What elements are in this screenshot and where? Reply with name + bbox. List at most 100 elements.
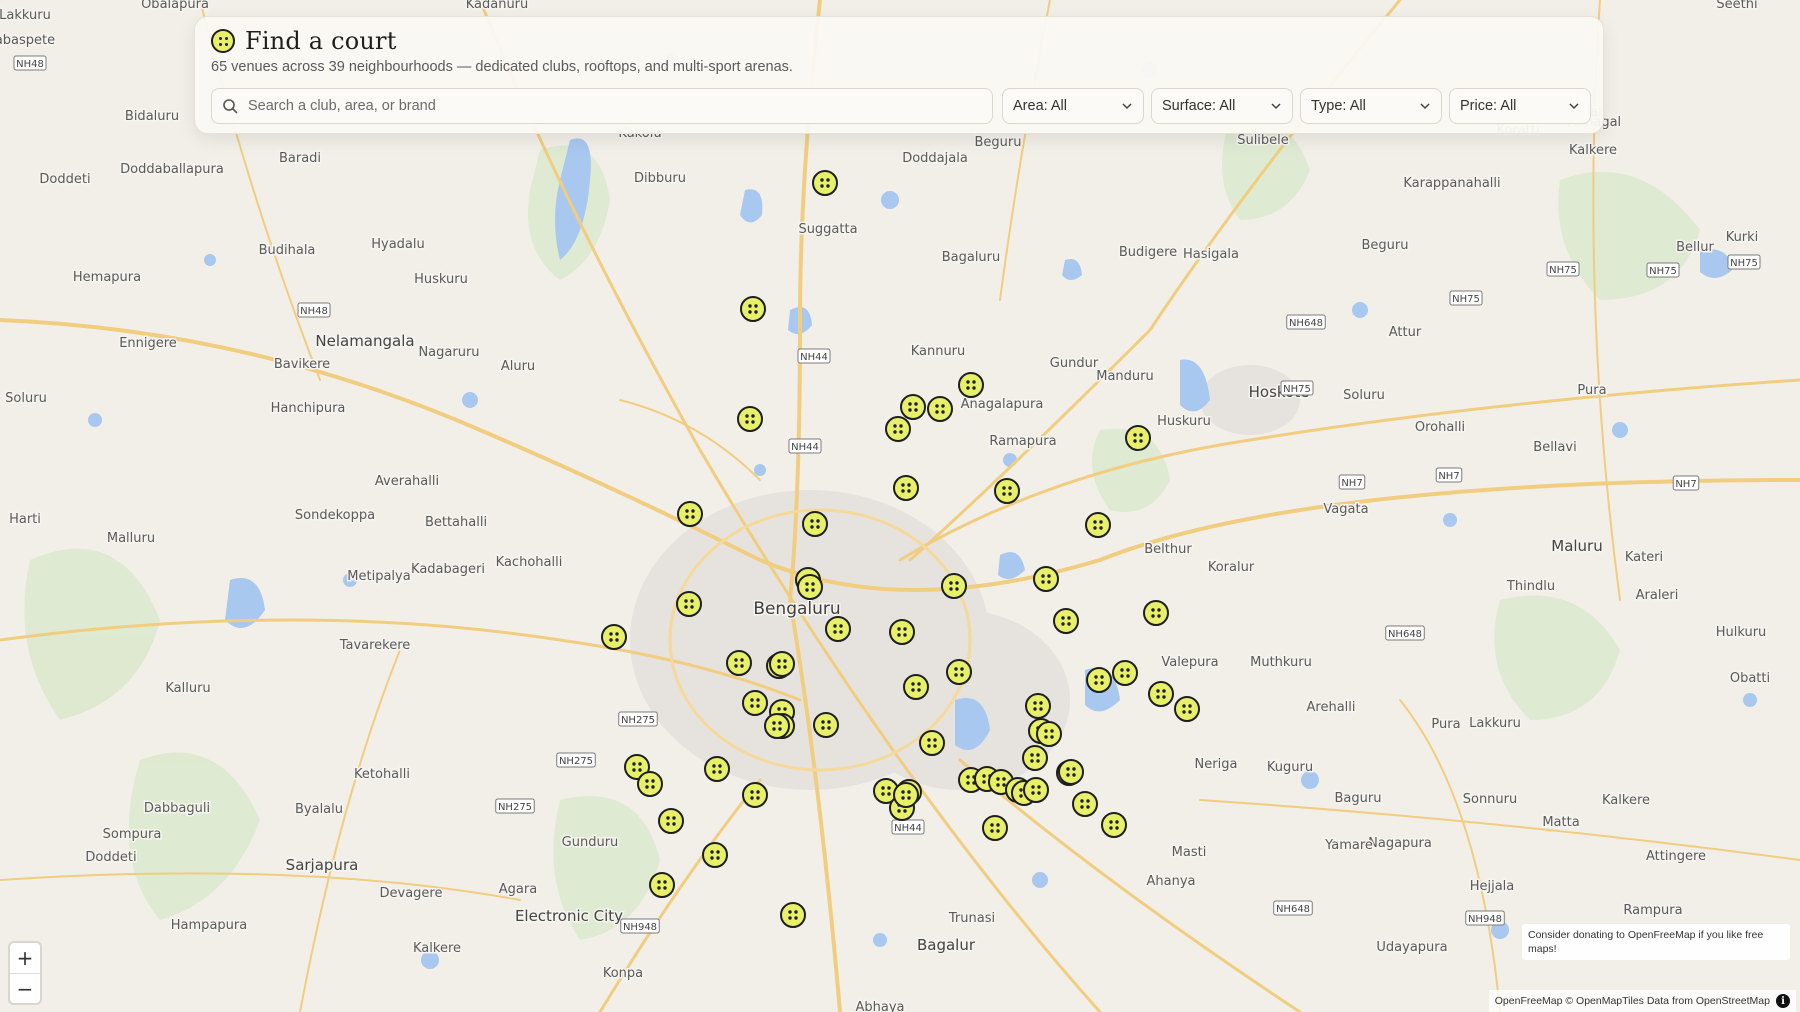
venue-marker[interactable] bbox=[764, 713, 790, 739]
venue-marker[interactable] bbox=[893, 475, 919, 501]
venue-marker[interactable] bbox=[780, 902, 806, 928]
venue-marker[interactable] bbox=[704, 756, 730, 782]
venue-marker[interactable] bbox=[797, 574, 823, 600]
surface-filter-select[interactable]: Surface: All bbox=[1151, 88, 1293, 124]
place-label: Agara bbox=[499, 882, 537, 897]
place-label: Hejjala bbox=[1470, 879, 1515, 894]
venue-marker[interactable] bbox=[812, 170, 838, 196]
price-filter-select[interactable]: Price: All bbox=[1449, 88, 1591, 124]
place-label: Ahanya bbox=[1147, 874, 1196, 889]
venue-marker[interactable] bbox=[737, 406, 763, 432]
venue-marker[interactable] bbox=[1022, 745, 1048, 771]
venue-marker[interactable] bbox=[1085, 512, 1111, 538]
highway-shield: NH275 bbox=[618, 711, 658, 727]
venue-marker[interactable] bbox=[1053, 608, 1079, 634]
venue-marker[interactable] bbox=[982, 815, 1008, 841]
place-label: Averahalli bbox=[375, 474, 439, 489]
place-label: Metipalya bbox=[347, 569, 410, 584]
place-label: Soluru bbox=[5, 391, 47, 406]
venue-marker[interactable] bbox=[941, 573, 967, 599]
venue-marker[interactable] bbox=[637, 771, 663, 797]
place-label: Bengaluru bbox=[753, 599, 840, 619]
place-label: Udayapura bbox=[1376, 940, 1447, 955]
page-title: Find a court bbox=[245, 27, 397, 55]
venue-marker[interactable] bbox=[1112, 660, 1138, 686]
place-label: Electronic City bbox=[515, 907, 623, 925]
venue-marker[interactable] bbox=[885, 416, 911, 442]
place-label: Hemapura bbox=[73, 270, 141, 285]
place-label: Tavarekere bbox=[339, 638, 411, 653]
svg-text:NH7: NH7 bbox=[1341, 478, 1362, 489]
venue-marker[interactable] bbox=[658, 808, 684, 834]
venue-marker[interactable] bbox=[893, 782, 919, 808]
venue-marker[interactable] bbox=[1033, 566, 1059, 592]
venue-marker[interactable] bbox=[677, 501, 703, 527]
venue-marker[interactable] bbox=[994, 478, 1020, 504]
venue-marker[interactable] bbox=[676, 591, 702, 617]
venue-marker[interactable] bbox=[1072, 791, 1098, 817]
venue-marker[interactable] bbox=[1023, 777, 1049, 803]
venue-marker[interactable] bbox=[1058, 759, 1084, 785]
search-box[interactable] bbox=[211, 88, 993, 124]
area-filter-select[interactable]: Area: All bbox=[1002, 88, 1144, 124]
place-label: Bidaluru bbox=[125, 109, 179, 124]
highway-shield: NH948 bbox=[620, 918, 660, 934]
venue-marker[interactable] bbox=[919, 730, 945, 756]
venue-marker[interactable] bbox=[769, 651, 795, 677]
venue-marker[interactable] bbox=[1101, 812, 1127, 838]
place-label: Kurki bbox=[1726, 230, 1759, 245]
court-logo-icon bbox=[211, 29, 235, 53]
place-label: Hulkuru bbox=[1716, 625, 1767, 640]
venue-marker[interactable] bbox=[927, 396, 953, 422]
type-filter-label: Type: All bbox=[1311, 98, 1366, 114]
type-filter-select[interactable]: Type: All bbox=[1300, 88, 1442, 124]
info-icon[interactable]: i bbox=[1776, 994, 1790, 1008]
venue-marker[interactable] bbox=[702, 842, 728, 868]
venue-marker[interactable] bbox=[1036, 721, 1062, 747]
highway-shield: NH648 bbox=[1273, 900, 1313, 916]
venue-marker[interactable] bbox=[742, 690, 768, 716]
place-label: Bavikere bbox=[274, 357, 330, 372]
place-label: Attingere bbox=[1646, 849, 1706, 864]
place-label: Kadanuru bbox=[466, 0, 529, 12]
venue-marker[interactable] bbox=[1143, 600, 1169, 626]
donate-notice: Consider donating to OpenFreeMap if you … bbox=[1522, 924, 1790, 960]
place-label: Bettahalli bbox=[425, 515, 487, 530]
place-label: Arehalli bbox=[1307, 700, 1356, 715]
svg-text:NH275: NH275 bbox=[498, 802, 532, 813]
venue-marker[interactable] bbox=[946, 659, 972, 685]
attribution-text[interactable]: OpenFreeMap © OpenMapTiles Data from Ope… bbox=[1495, 995, 1770, 1007]
place-label: Yamare bbox=[1324, 838, 1373, 853]
venue-marker[interactable] bbox=[601, 624, 627, 650]
venue-marker[interactable] bbox=[742, 782, 768, 808]
place-label: Hampapura bbox=[171, 918, 247, 933]
venue-marker[interactable] bbox=[825, 616, 851, 642]
venue-marker[interactable] bbox=[1086, 667, 1112, 693]
highway-shield: NH648 bbox=[1385, 625, 1425, 641]
search-icon bbox=[223, 99, 238, 114]
title-row: Find a court bbox=[211, 27, 397, 55]
surface-filter-label: Surface: All bbox=[1162, 98, 1236, 114]
venue-marker[interactable] bbox=[649, 872, 675, 898]
venue-marker[interactable] bbox=[740, 296, 766, 322]
place-label: Muthkuru bbox=[1250, 655, 1312, 670]
svg-text:NH75: NH75 bbox=[1649, 266, 1677, 277]
zoom-out-button[interactable]: − bbox=[10, 973, 40, 1003]
venue-marker[interactable] bbox=[1025, 693, 1051, 719]
venue-marker[interactable] bbox=[889, 619, 915, 645]
search-input[interactable] bbox=[246, 97, 970, 115]
venue-marker[interactable] bbox=[1148, 681, 1174, 707]
highway-shield: NH75 bbox=[1727, 254, 1761, 270]
venue-marker[interactable] bbox=[1125, 425, 1151, 451]
venue-marker[interactable] bbox=[1174, 696, 1200, 722]
venue-marker[interactable] bbox=[958, 372, 984, 398]
price-filter-label: Price: All bbox=[1460, 98, 1517, 114]
venue-marker[interactable] bbox=[802, 511, 828, 537]
map-canvas[interactable]: Obalapura Kadanuru Seethi Lakkuru abaspete Bi… bbox=[0, 0, 1800, 1012]
zoom-in-button[interactable]: + bbox=[10, 943, 40, 973]
venue-marker[interactable] bbox=[900, 394, 926, 420]
venue-marker[interactable] bbox=[903, 674, 929, 700]
venue-marker[interactable] bbox=[813, 712, 839, 738]
venue-marker[interactable] bbox=[726, 650, 752, 676]
place-label: abaspete bbox=[0, 33, 55, 48]
